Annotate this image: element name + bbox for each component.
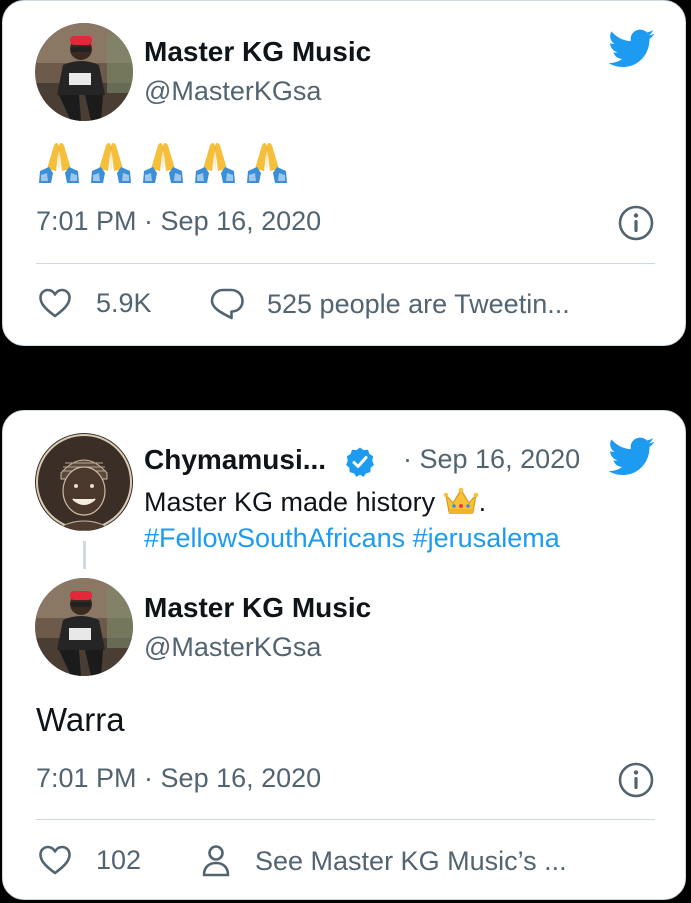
divider	[36, 819, 655, 820]
divider	[36, 263, 655, 264]
like-button[interactable]: 5.9K	[38, 287, 152, 319]
reply-action-label: 525 people are Tweetin...	[267, 288, 570, 319]
folded-hands-emoji	[139, 139, 187, 187]
twitter-bird-icon[interactable]	[609, 433, 655, 479]
like-button[interactable]: 102	[38, 844, 141, 876]
display-name[interactable]: Master KG Music	[144, 592, 371, 624]
profile-button[interactable]: See Master KG Music’s ...	[201, 844, 567, 878]
tweet-card[interactable]: Chymamusi... · Sep 16, 2020 Master KG ma…	[2, 410, 686, 900]
avatar[interactable]	[35, 433, 133, 531]
tweet-text	[35, 139, 291, 187]
folded-hands-emoji	[87, 139, 135, 187]
folded-hands-emoji	[35, 139, 83, 187]
twitter-bird-icon[interactable]	[609, 25, 655, 71]
folded-hands-emoji	[191, 139, 239, 187]
heart-icon	[39, 845, 71, 875]
thread-connector	[83, 541, 86, 569]
handle[interactable]: @MasterKGsa	[144, 76, 321, 107]
tweet-card[interactable]: Master KG Music @MasterKGsa 7:01 PM · Se…	[2, 0, 686, 346]
reply-button[interactable]: 525 people are Tweetin...	[209, 287, 570, 321]
profile-action-label: See Master KG Music’s ...	[255, 845, 567, 876]
quoted-date[interactable]: · Sep 16, 2020	[403, 444, 580, 475]
hashtag-link[interactable]: #jerusalema	[413, 523, 560, 553]
hashtag-link[interactable]: #FellowSouthAfricans	[144, 523, 405, 553]
timestamp[interactable]: 7:01 PM · Sep 16, 2020	[36, 206, 321, 237]
quoted-tweet-text: Master KG made history .	[144, 487, 487, 517]
avatar[interactable]	[35, 578, 133, 676]
verified-badge-icon	[345, 447, 374, 477]
like-count: 5.9K	[96, 287, 152, 318]
heart-icon	[39, 288, 71, 318]
info-icon[interactable]	[617, 761, 655, 799]
avatar[interactable]	[35, 23, 133, 121]
folded-hands-emoji	[243, 139, 291, 187]
tweet-text: Warra	[36, 701, 125, 738]
handle[interactable]: @MasterKGsa	[144, 632, 321, 663]
display-name[interactable]: Master KG Music	[144, 36, 371, 68]
quoted-hashtags: #FellowSouthAfricans #jerusalema	[144, 523, 560, 554]
crown-icon	[443, 487, 478, 514]
timestamp[interactable]: 7:01 PM · Sep 16, 2020	[36, 763, 321, 794]
info-icon[interactable]	[617, 204, 655, 242]
person-icon	[202, 845, 230, 877]
speech-bubble-icon	[210, 288, 244, 320]
like-count: 102	[96, 844, 142, 875]
quoted-display-name[interactable]: Chymamusi...	[144, 444, 376, 478]
